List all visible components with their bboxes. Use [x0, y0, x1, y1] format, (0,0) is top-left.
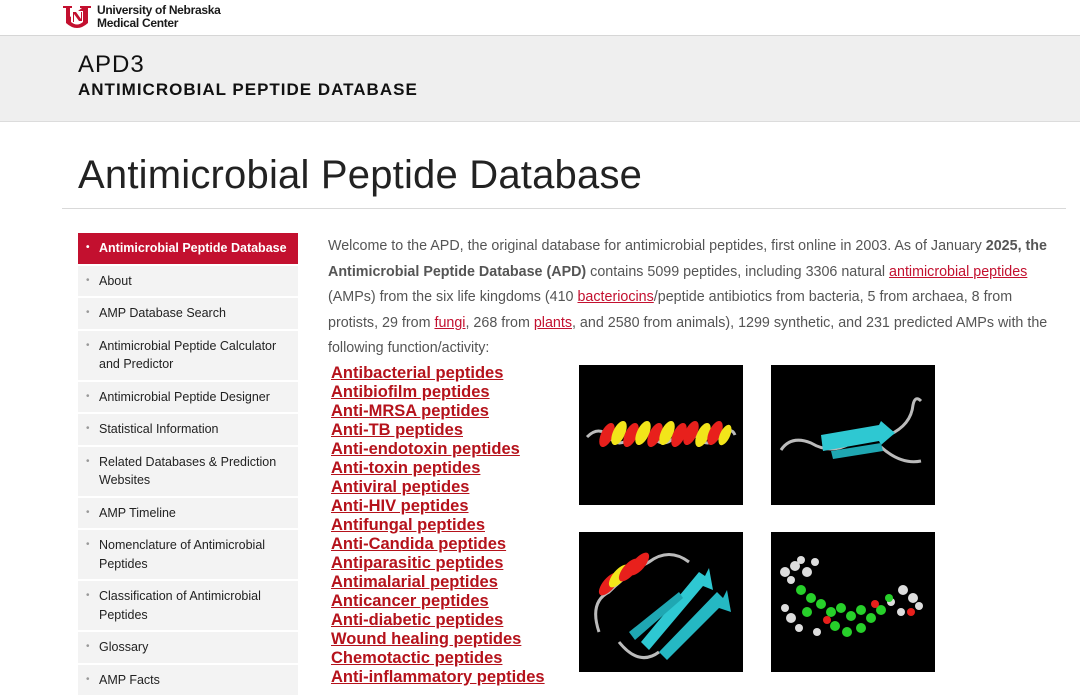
- beta-hairpin-structure-image: [771, 365, 935, 505]
- list-item: Anti-TB peptides: [331, 421, 545, 440]
- university-name-line2: Medical Center: [97, 17, 220, 30]
- function-link-list: Antibacterial peptidesAntibiofilm peptid…: [331, 364, 545, 687]
- sidebar-item[interactable]: • Nomenclature of Antimicrobial Peptides: [78, 530, 298, 581]
- sidebar-item-label: About: [99, 274, 132, 288]
- function-link[interactable]: Anti-TB peptides: [331, 421, 545, 440]
- list-item: Antibacterial peptides: [331, 364, 545, 383]
- sidebar-nav: • Antimicrobial Peptide Database • About • AM…: [78, 233, 298, 697]
- sidebar-item[interactable]: • Antimicrobial Peptide Calculator and Pr…: [78, 331, 298, 382]
- bullet-icon: •: [86, 239, 90, 258]
- ball-and-stick-molecule-image: [771, 532, 935, 672]
- function-link[interactable]: Antibacterial peptides: [331, 364, 545, 383]
- sidebar-item[interactable]: • AMP Database Search: [78, 298, 298, 331]
- sidebar-item-label: AMP Database Search: [99, 306, 226, 320]
- sidebar-item[interactable]: • Antimicrobial Peptide Designer: [78, 382, 298, 415]
- fungi-link[interactable]: fungi: [434, 315, 465, 331]
- bullet-icon: •: [86, 272, 90, 291]
- sidebar-item-label: Classification of Antimicrobial Peptides: [99, 589, 261, 622]
- sidebar-item[interactable]: • About: [78, 266, 298, 299]
- sidebar-item[interactable]: • AMP Timeline: [78, 498, 298, 531]
- bullet-icon: •: [86, 388, 90, 407]
- bullet-icon: •: [86, 304, 90, 323]
- function-link[interactable]: Antimalarial peptides: [331, 573, 545, 592]
- list-item: Antimalarial peptides: [331, 573, 545, 592]
- function-link[interactable]: Antifungal peptides: [331, 516, 545, 535]
- sidebar-item-label: Related Databases & Prediction Websites: [99, 455, 276, 488]
- university-bar: University of Nebraska Medical Center: [0, 0, 1080, 36]
- sidebar-item-label: AMP Facts: [99, 673, 160, 687]
- bullet-icon: •: [86, 671, 90, 690]
- list-item: Wound healing peptides: [331, 630, 545, 649]
- list-item: Antibiofilm peptides: [331, 383, 545, 402]
- list-item: Anti-diabetic peptides: [331, 611, 545, 630]
- function-link[interactable]: Anticancer peptides: [331, 592, 545, 611]
- intro-text: , 268 from: [465, 315, 533, 331]
- bacteriocins-link[interactable]: bacteriocins: [577, 289, 653, 305]
- sidebar-item[interactable]: • Classification of Antimicrobial Peptide…: [78, 581, 298, 632]
- list-item: Anticancer peptides: [331, 592, 545, 611]
- page-title: Antimicrobial Peptide Database: [78, 153, 642, 198]
- list-item: Antifungal peptides: [331, 516, 545, 535]
- function-link[interactable]: Anti-toxin peptides: [331, 459, 545, 478]
- bullet-icon: •: [86, 587, 90, 606]
- sidebar-item[interactable]: • Statistical Information: [78, 414, 298, 447]
- plants-link[interactable]: plants: [534, 315, 572, 331]
- alpha-beta-structure-image: [579, 532, 743, 672]
- list-item: Antiparasitic peptides: [331, 554, 545, 573]
- list-item: Anti-HIV peptides: [331, 497, 545, 516]
- alpha-helix-structure-image: [579, 365, 743, 505]
- function-link[interactable]: Chemotactic peptides: [331, 649, 545, 668]
- function-link[interactable]: Wound healing peptides: [331, 630, 545, 649]
- list-item: Antiviral peptides: [331, 478, 545, 497]
- list-item: Anti-Candida peptides: [331, 535, 545, 554]
- function-link[interactable]: Anti-MRSA peptides: [331, 402, 545, 421]
- function-link[interactable]: Anti-inflammatory peptides: [331, 668, 545, 687]
- site-banner: APD3 ANTIMICROBIAL PEPTIDE DATABASE: [0, 36, 1080, 122]
- university-name[interactable]: University of Nebraska Medical Center: [97, 4, 220, 29]
- bullet-icon: •: [86, 337, 90, 356]
- sidebar-item[interactable]: • Antimicrobial Peptide Database: [78, 233, 298, 266]
- site-name[interactable]: APD3: [78, 51, 145, 79]
- bullet-icon: •: [86, 504, 90, 523]
- title-divider: [62, 208, 1066, 209]
- list-item: Chemotactic peptides: [331, 649, 545, 668]
- bullet-icon: •: [86, 453, 90, 472]
- function-link[interactable]: Antibiofilm peptides: [331, 383, 545, 402]
- university-name-line1: University of Nebraska: [97, 4, 220, 17]
- function-link[interactable]: Anti-HIV peptides: [331, 497, 545, 516]
- intro-paragraph: Welcome to the APD, the original databas…: [328, 234, 1054, 362]
- function-link[interactable]: Antiparasitic peptides: [331, 554, 545, 573]
- sidebar-item-label: AMP Timeline: [99, 506, 176, 520]
- function-link[interactable]: Anti-Candida peptides: [331, 535, 545, 554]
- sidebar-item-label: Antimicrobial Peptide Designer: [99, 390, 270, 404]
- bullet-icon: •: [86, 638, 90, 657]
- sidebar-item[interactable]: • Glossary: [78, 632, 298, 665]
- unl-n-logo-icon[interactable]: [62, 3, 92, 31]
- intro-year: 2025: [986, 238, 1018, 254]
- sidebar-item-label: Nomenclature of Antimicrobial Peptides: [99, 538, 265, 571]
- function-link[interactable]: Anti-endotoxin peptides: [331, 440, 545, 459]
- function-link[interactable]: Anti-diabetic peptides: [331, 611, 545, 630]
- list-item: Anti-toxin peptides: [331, 459, 545, 478]
- sidebar-item-label: Statistical Information: [99, 422, 219, 436]
- list-item: Anti-endotoxin peptides: [331, 440, 545, 459]
- intro-text: contains 5099 peptides, including 3306 n…: [586, 264, 889, 280]
- sidebar-item-label: Antimicrobial Peptide Database: [99, 241, 287, 255]
- sidebar-item[interactable]: • Related Databases & Prediction Websites: [78, 447, 298, 498]
- list-item: Anti-inflammatory peptides: [331, 668, 545, 687]
- bullet-icon: •: [86, 420, 90, 439]
- antimicrobial-peptides-link[interactable]: antimicrobial peptides: [889, 264, 1027, 280]
- function-link[interactable]: Antiviral peptides: [331, 478, 545, 497]
- sidebar-item-label: Antimicrobial Peptide Calculator and Pre…: [99, 339, 276, 372]
- sidebar-item-label: Glossary: [99, 640, 148, 654]
- sidebar-item[interactable]: • AMP Facts: [78, 665, 298, 697]
- intro-text: Welcome to the APD, the original databas…: [328, 238, 986, 254]
- site-subtitle[interactable]: ANTIMICROBIAL PEPTIDE DATABASE: [78, 80, 418, 100]
- list-item: Anti-MRSA peptides: [331, 402, 545, 421]
- intro-text: (AMPs) from the six life kingdoms (410: [328, 289, 577, 305]
- bullet-icon: •: [86, 536, 90, 555]
